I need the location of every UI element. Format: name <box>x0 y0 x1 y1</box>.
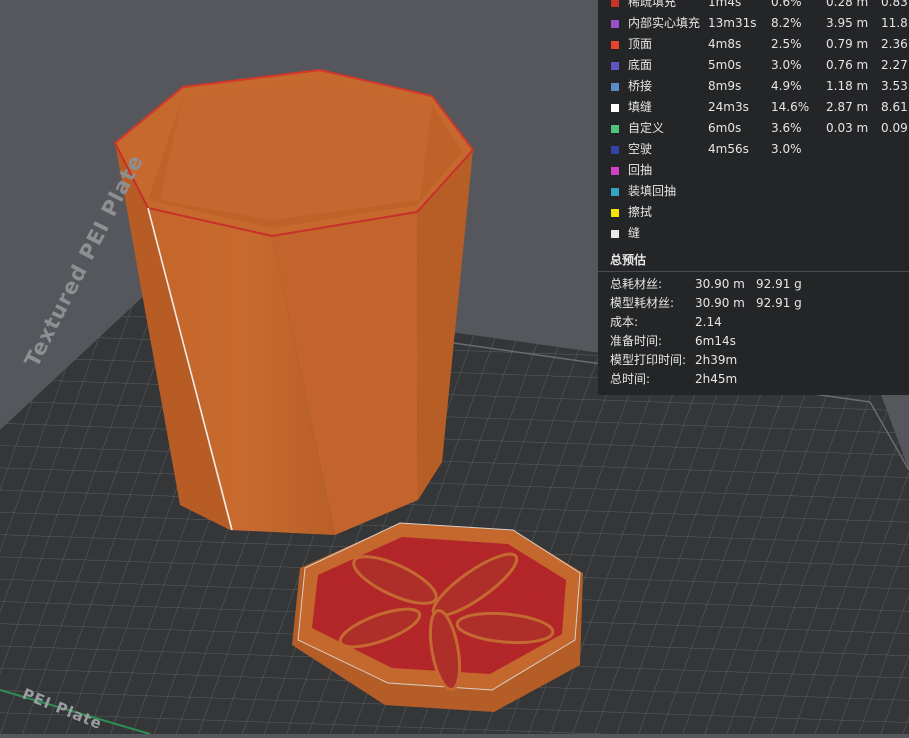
legend-row-custom[interactable]: 自定义 6m0s 3.6% 0.03 m 0.09 <box>598 118 909 139</box>
color-swatch <box>611 125 619 133</box>
legend-name: 内部实心填充 <box>628 16 701 30</box>
legend-weight: 2.27 <box>881 58 908 72</box>
color-swatch <box>611 20 619 28</box>
summary-value: 30.90 m <box>695 277 745 291</box>
legend-row-travel[interactable]: 空驶 4m56s 3.0% <box>598 139 909 160</box>
summary-row-model-print-time: 模型打印时间: 2h39m <box>598 351 909 370</box>
legend-percent: 14.6% <box>771 100 810 114</box>
summary-divider <box>598 271 909 272</box>
summary-key: 成本: <box>610 315 639 329</box>
summary-key: 模型耗材丝: <box>610 296 675 310</box>
legend-name: 空驶 <box>628 142 653 156</box>
legend-row-internal-solid-infill[interactable]: 内部实心填充 13m31s 8.2% 3.95 m 11.8 <box>598 13 909 34</box>
color-swatch <box>611 230 619 238</box>
color-swatch <box>611 188 619 196</box>
color-swatch <box>611 104 619 112</box>
legend-name: 自定义 <box>628 121 665 135</box>
legend-row-sparse-infill[interactable]: 稀疏填充 1m4s 0.6% 0.28 m 0.83 <box>598 0 909 13</box>
legend-name: 顶面 <box>628 37 653 51</box>
color-swatch <box>611 41 619 49</box>
legend-weight: 8.61 <box>881 100 908 114</box>
legend-name: 缝 <box>628 226 641 240</box>
summary-key: 模型打印时间: <box>610 353 687 367</box>
summary-value: 2h39m <box>695 353 738 367</box>
legend-time: 8m9s <box>708 79 742 93</box>
summary-value: 2.14 <box>695 315 722 329</box>
summary-row-total-time: 总时间: 2h45m <box>598 370 909 389</box>
legend-time: 4m8s <box>708 37 742 51</box>
legend-row-wipe[interactable]: 擦拭 <box>598 202 909 223</box>
legend-length: 2.87 m <box>826 100 869 114</box>
legend-weight: 3.53 <box>881 79 908 93</box>
legend-name: 填缝 <box>628 100 653 114</box>
color-swatch <box>611 0 619 7</box>
legend-length: 0.28 m <box>826 0 869 9</box>
legend-time: 4m56s <box>708 142 749 156</box>
legend-row-bridge[interactable]: 桥接 8m9s 4.9% 1.18 m 3.53 <box>598 76 909 97</box>
summary-row-model-filament: 模型耗材丝: 30.90 m 92.91 g <box>598 294 909 313</box>
color-swatch <box>611 209 619 217</box>
legend-length: 1.18 m <box>826 79 869 93</box>
legend-percent: 3.0% <box>771 58 802 72</box>
legend-time: 13m31s <box>708 16 757 30</box>
summary-row-prepare-time: 准备时间: 6m14s <box>598 332 909 351</box>
legend-percent: 0.6% <box>771 0 802 9</box>
slice-statistics-panel: 稀疏填充 1m4s 0.6% 0.28 m 0.83 内部实心填充 13m31s… <box>598 0 909 395</box>
legend-row-gap-fill[interactable]: 填缝 24m3s 14.6% 2.87 m 8.61 <box>598 97 909 118</box>
summary-value: 6m14s <box>695 334 736 348</box>
legend-time: 1m4s <box>708 0 742 9</box>
legend-time: 5m0s <box>708 58 742 72</box>
summary-value: 30.90 m <box>695 296 745 310</box>
legend-row-unretract[interactable]: 装填回抽 <box>598 181 909 202</box>
legend-weight: 11.8 <box>881 16 908 30</box>
legend-weight: 0.83 <box>881 0 908 9</box>
legend-row-retract[interactable]: 回抽 <box>598 160 909 181</box>
summary-value-2: 92.91 g <box>756 296 802 310</box>
legend-name: 回抽 <box>628 163 653 177</box>
legend-name: 擦拭 <box>628 205 653 219</box>
legend-name: 装填回抽 <box>628 184 677 198</box>
summary-row-total-filament: 总耗材丝: 30.90 m 92.91 g <box>598 275 909 294</box>
summary-value-2: 92.91 g <box>756 277 802 291</box>
summary-row-cost: 成本: 2.14 <box>598 313 909 332</box>
legend-length: 3.95 m <box>826 16 869 30</box>
legend-percent: 2.5% <box>771 37 802 51</box>
legend-percent: 4.9% <box>771 79 802 93</box>
color-swatch <box>611 146 619 154</box>
legend-length: 0.76 m <box>826 58 869 72</box>
legend-name: 稀疏填充 <box>628 0 677 9</box>
legend-percent: 8.2% <box>771 16 802 30</box>
summary-key: 总耗材丝: <box>610 277 663 291</box>
legend-time: 24m3s <box>708 100 749 114</box>
summary-value: 2h45m <box>695 372 738 386</box>
color-swatch <box>611 62 619 70</box>
legend-percent: 3.6% <box>771 121 802 135</box>
legend-row-seam[interactable]: 缝 <box>598 223 909 244</box>
legend-row-top-surface[interactable]: 顶面 4m8s 2.5% 0.79 m 2.36 <box>598 34 909 55</box>
legend-name: 桥接 <box>628 79 653 93</box>
summary-title: 总预估 <box>610 253 647 267</box>
legend-length: 0.79 m <box>826 37 869 51</box>
summary-key: 总时间: <box>610 372 651 386</box>
legend-time: 6m0s <box>708 121 742 135</box>
legend-percent: 3.0% <box>771 142 802 156</box>
color-swatch <box>611 83 619 91</box>
legend-length: 0.03 m <box>826 121 869 135</box>
color-swatch <box>611 167 619 175</box>
legend-name: 底面 <box>628 58 653 72</box>
legend-weight: 0.09 <box>881 121 908 135</box>
legend-row-bottom-surface[interactable]: 底面 5m0s 3.0% 0.76 m 2.27 <box>598 55 909 76</box>
legend-weight: 2.36 <box>881 37 908 51</box>
summary-key: 准备时间: <box>610 334 663 348</box>
